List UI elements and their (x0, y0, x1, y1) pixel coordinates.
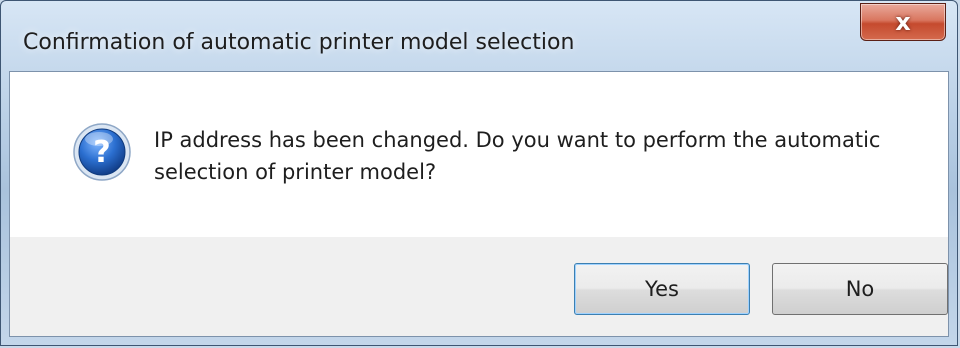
no-button[interactable]: No (772, 263, 948, 315)
title-bar[interactable]: Confirmation of automatic printer model … (1, 1, 957, 71)
svg-text:?: ? (93, 135, 110, 170)
question-icon: ? (73, 123, 131, 181)
dialog-message: IP address has been changed. Do you want… (154, 128, 881, 184)
dialog-title: Confirmation of automatic printer model … (23, 30, 575, 55)
message-area: ? IP address has been changed. Do you wa… (10, 72, 948, 237)
yes-button[interactable]: Yes (574, 263, 750, 315)
close-icon: x (895, 8, 911, 36)
dialog-window: Confirmation of automatic printer model … (0, 0, 958, 346)
close-button[interactable]: x (860, 3, 946, 41)
dialog-client-area: ? IP address has been changed. Do you wa… (9, 71, 949, 337)
